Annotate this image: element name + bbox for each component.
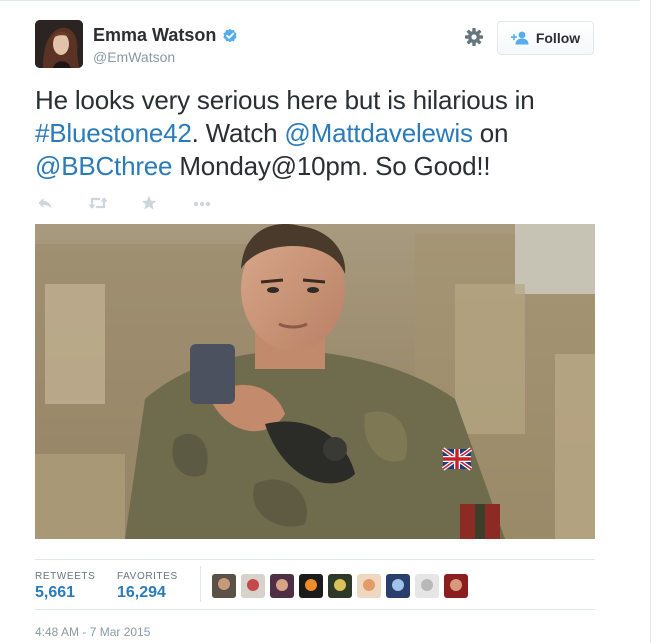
gear-icon[interactable]: [464, 27, 484, 47]
top-divider: [0, 0, 640, 1]
favoriter-avatar[interactable]: [328, 574, 352, 598]
favoriter-avatar[interactable]: [299, 574, 323, 598]
tweet-card: Emma Watson @EmWatson Follow He looks ve…: [0, 0, 651, 643]
tweet-text-segment: . Watch: [191, 118, 285, 148]
stats-bottom-divider: [35, 609, 595, 610]
favoriter-avatar[interactable]: [444, 574, 468, 598]
favorite-icon[interactable]: [141, 195, 157, 211]
reply-icon[interactable]: [37, 195, 53, 211]
retweet-icon[interactable]: [88, 195, 108, 211]
author-avatar[interactable]: [35, 20, 83, 68]
tweet-timestamp[interactable]: 4:48 AM - 7 Mar 2015: [35, 625, 150, 639]
author-name[interactable]: Emma Watson: [93, 25, 216, 46]
favoriter-avatar[interactable]: [415, 574, 439, 598]
verified-badge-icon: [223, 28, 237, 43]
retweets-label: RETWEETS: [35, 571, 96, 582]
favoriter-avatar[interactable]: [386, 574, 410, 598]
favoriter-avatar[interactable]: [241, 574, 265, 598]
more-icon[interactable]: [192, 195, 212, 211]
stats-top-divider: [35, 559, 595, 560]
stats-separator: [200, 566, 201, 602]
tweet-text-segment: on: [472, 118, 509, 148]
favorites-label: FAVORITES: [117, 571, 178, 582]
retweets-count[interactable]: 5,661: [35, 584, 75, 602]
author-handle[interactable]: @EmWatson: [93, 49, 175, 65]
follow-button[interactable]: Follow: [497, 21, 594, 55]
favoriter-avatar[interactable]: [212, 574, 236, 598]
tweet-photo[interactable]: [35, 224, 595, 539]
add-user-icon: [510, 31, 529, 45]
tweet-text-segment: He looks very serious here but is hilari…: [35, 85, 535, 115]
favorites-count[interactable]: 16,294: [117, 584, 166, 602]
mention-link[interactable]: @BBCthree: [35, 151, 173, 181]
mention-link[interactable]: @Mattdavelewis: [284, 118, 473, 148]
tweet-text: He looks very serious here but is hilari…: [35, 84, 615, 183]
favoriter-avatar[interactable]: [357, 574, 381, 598]
hashtag-link[interactable]: #Bluestone42: [35, 118, 192, 148]
tweet-text-segment: Monday@10pm. So Good!!: [172, 151, 491, 181]
follow-label: Follow: [535, 30, 581, 46]
favoriter-avatar[interactable]: [270, 574, 294, 598]
